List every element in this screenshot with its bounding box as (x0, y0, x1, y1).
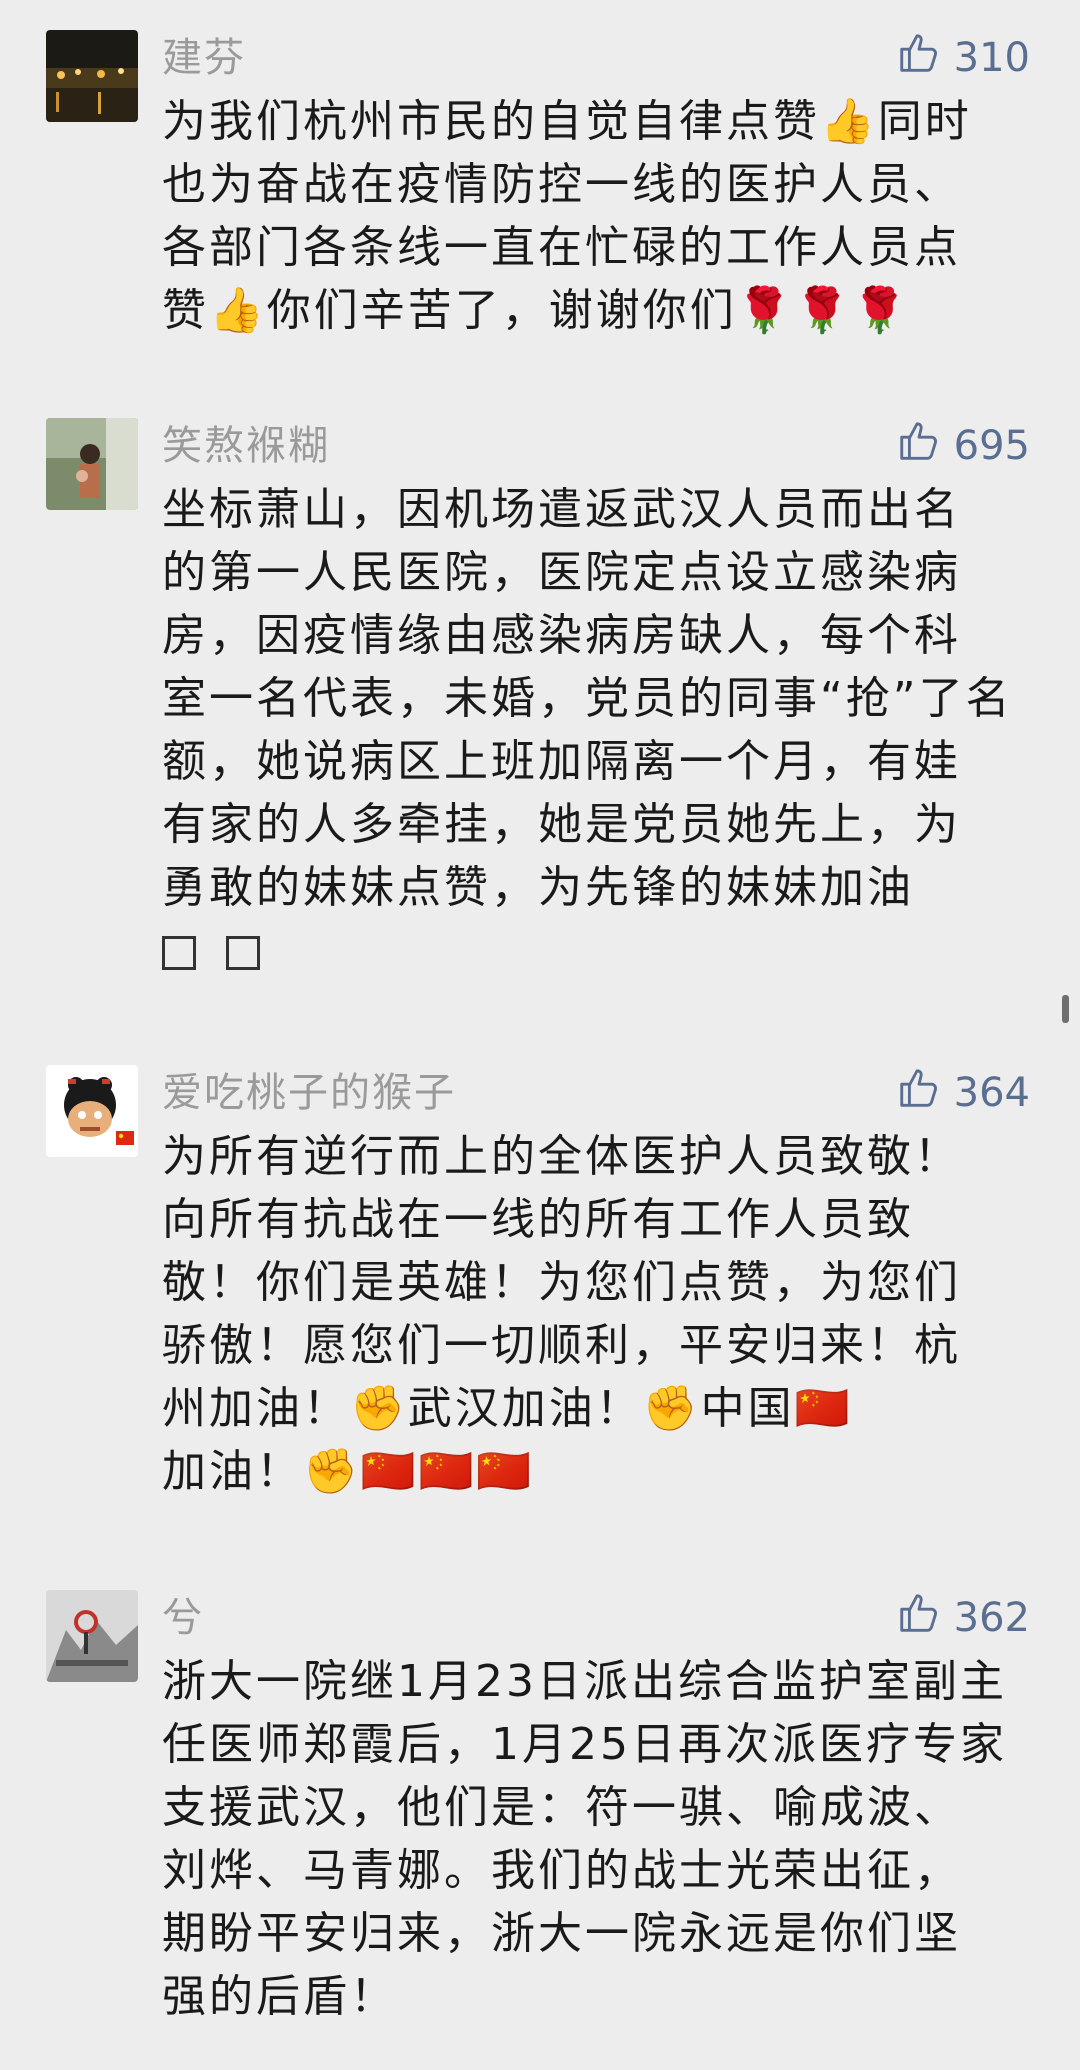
comment-line: 州加油！✊武汉加油！✊中国🇨🇳 (162, 1383, 853, 1434)
thumbs-up-icon (896, 1590, 942, 1646)
comment-line: 也为奋战在疫情防控一线的医护人员、 (162, 159, 961, 210)
like-button[interactable]: 695 (896, 418, 1030, 474)
comment-text: 为所有逆行而上的全体医护人员致敬！ 向所有抗战在一线的所有工作人员致 敬！你们是… (162, 1125, 1042, 1503)
missing-glyph-icon (162, 936, 196, 970)
comment-line: 的第一人民医院，医院定点设立感染病 (162, 547, 961, 598)
like-count: 362 (953, 1595, 1030, 1641)
comment-line: 为我们杭州市民的自觉自律点赞👍同时 (162, 96, 972, 147)
comment-line: 各部门各条线一直在忙碌的工作人员点 (162, 222, 961, 273)
missing-glyph-icon (226, 936, 260, 970)
comment-line: 敬！你们是英雄！为您们点赞，为您们 (162, 1257, 961, 1308)
comment-line: 骄傲！愿您们一切顺利，平安归来！杭 (162, 1320, 961, 1371)
like-button[interactable]: 364 (896, 1065, 1030, 1121)
comment-line: 支援武汉，他们是：符一骐、喻成波、 (162, 1782, 961, 1833)
comment-line: 刘烨、马青娜。我们的战士光荣出征， (162, 1845, 961, 1896)
avatar[interactable] (46, 1590, 138, 1682)
avatar[interactable] (46, 418, 138, 510)
username[interactable]: 建芬 (162, 30, 246, 86)
like-count: 695 (953, 423, 1030, 469)
thumbs-up-icon (896, 30, 942, 86)
comment-line: 浙大一院继1月23日派出综合监护室副主 (162, 1656, 1007, 1707)
thumbs-up-icon (896, 1065, 942, 1121)
comment-line: 加油！✊🇨🇳🇨🇳🇨🇳 (162, 1446, 535, 1497)
username[interactable]: 笑熬褓糊 (162, 418, 330, 474)
comment-line: 强的后盾！ (162, 1971, 397, 2022)
comment-line: 房，因疫情缘由感染病房缺人，每个科 (162, 610, 961, 661)
username[interactable]: 爱吃桃子的猴子 (162, 1065, 456, 1121)
comment-line: 期盼平安归来，浙大一院永远是你们坚 (162, 1908, 961, 1959)
comment-text: 浙大一院继1月23日派出综合监护室副主 任医师郑霞后，1月25日再次派医疗专家 … (162, 1650, 1042, 2028)
comment-line: 有家的人多牵挂，她是党员她先上，为 (162, 799, 961, 850)
thumbs-up-icon (896, 418, 942, 474)
comment-line: 任医师郑霞后，1月25日再次派医疗专家 (162, 1719, 1007, 1770)
comment-line: 为所有逆行而上的全体医护人员致敬！ (162, 1131, 961, 1182)
like-button[interactable]: 310 (896, 30, 1030, 86)
scrollbar-thumb[interactable] (1062, 995, 1069, 1023)
username[interactable]: 兮 (162, 1590, 204, 1646)
comment-text: 为我们杭州市民的自觉自律点赞👍同时 也为奋战在疫情防控一线的医护人员、 各部门各… (162, 90, 1042, 342)
comment-text: 坐标萧山，因机场遣返武汉人员而出名 的第一人民医院，医院定点设立感染病 房，因疫… (162, 478, 1042, 982)
comment-line: 额，她说病区上班加隔离一个月，有娃 (162, 736, 961, 787)
avatar[interactable] (46, 30, 138, 122)
like-count: 310 (953, 35, 1030, 81)
comment-line: 室一名代表，未婚，党员的同事“抢”了名 (162, 673, 1013, 724)
comment-line: 勇敢的妹妹点赞，为先锋的妹妹加油 (162, 862, 914, 913)
comment-line: 向所有抗战在一线的所有工作人员致 (162, 1194, 914, 1245)
comment-line: 坐标萧山，因机场遣返武汉人员而出名 (162, 484, 961, 535)
comment-line: 赞👍你们辛苦了，谢谢你们🌹🌹🌹 (162, 285, 911, 336)
avatar[interactable] (46, 1065, 138, 1157)
like-button[interactable]: 362 (896, 1590, 1030, 1646)
like-count: 364 (953, 1070, 1030, 1116)
